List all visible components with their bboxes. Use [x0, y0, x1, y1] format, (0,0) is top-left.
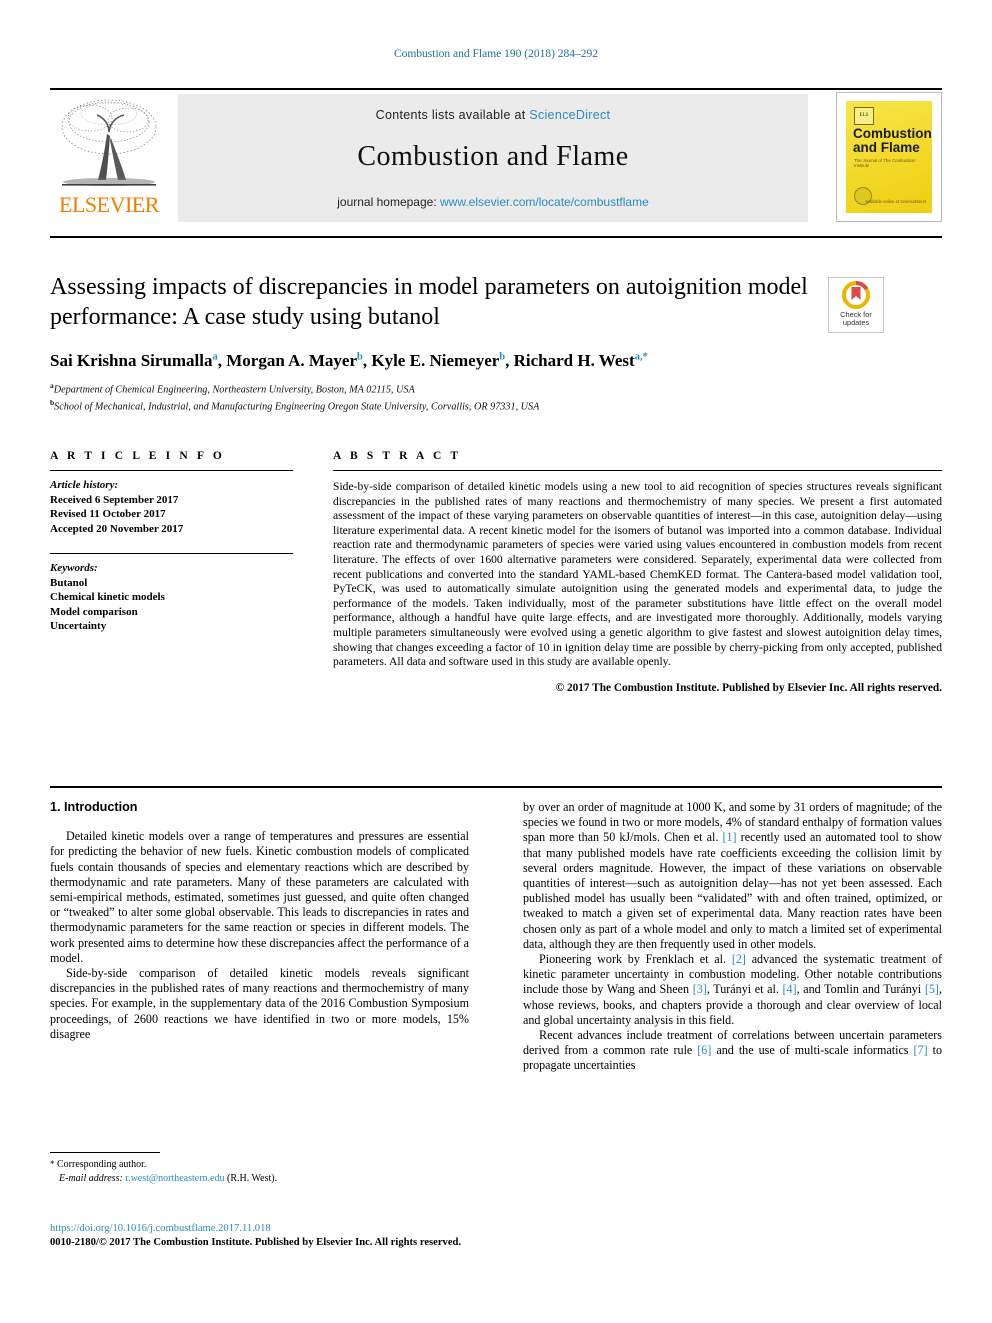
- author-affil-mark: b: [357, 351, 363, 363]
- affiliation-list: aDepartment of Chemical Engineering, Nor…: [50, 380, 810, 414]
- citation-link[interactable]: [4]: [782, 982, 796, 996]
- crossmark-label: Check for updates: [829, 310, 883, 328]
- author-item: Morgan A. Mayerb: [226, 351, 363, 370]
- abstract-heading: A B S T R A C T: [333, 450, 462, 462]
- article-info-heading: A R T I C L E I N F O: [50, 450, 225, 462]
- corresponding-text: Corresponding author.: [57, 1159, 147, 1170]
- paragraph: Recent advances include treatment of cor…: [523, 1028, 942, 1073]
- article-history-group: Article history: Received 6 September 20…: [50, 478, 293, 536]
- author-affil-mark: b: [499, 351, 506, 363]
- journal-masthead: ELSEVIER Contents lists available at Sci…: [50, 88, 942, 222]
- keywords-divider: [50, 553, 293, 554]
- keyword-item: Model comparison: [50, 605, 138, 618]
- citation-link[interactable]: [1]: [722, 830, 736, 844]
- cover-subtitle: The Journal of The Combustion Institute: [854, 158, 916, 168]
- elsevier-wordmark: ELSEVIER: [59, 192, 159, 217]
- page-title: Assessing impacts of discrepancies in mo…: [50, 274, 808, 330]
- citation-link[interactable]: [5]: [925, 982, 939, 996]
- elsevier-tree-icon: [61, 99, 157, 186]
- sciencedirect-banner: Contents lists available at ScienceDirec…: [178, 94, 808, 222]
- crossmark-badge[interactable]: Check for updates: [828, 277, 884, 333]
- journal-title: Combustion and Flame: [357, 141, 629, 172]
- contents-prefix: Contents lists available at: [375, 108, 530, 122]
- issn-copyright-line: 0010-2180/© 2017 The Combustion Institut…: [50, 1237, 462, 1248]
- running-head: Combustion and Flame 190 (2018) 284–292: [393, 48, 599, 60]
- body-column-left: 1. Introduction Detailed kinetic models …: [50, 800, 469, 1042]
- corresponding-author-footnote: * Corresponding author. E-mail address: …: [50, 1152, 469, 1185]
- email-line: E-mail address: r.west@northeastern.edu …: [50, 1172, 469, 1186]
- corresponding-marker: *: [50, 1159, 55, 1169]
- crossmark-line2: updates: [842, 318, 870, 328]
- cover-publisher-mark: ELS: [854, 107, 874, 125]
- keywords-group: Keywords: Butanol Chemical kinetic model…: [50, 561, 293, 634]
- abstract-text: Side-by-side comparison of detailed kine…: [333, 480, 942, 669]
- keyword-item: Butanol: [50, 576, 88, 589]
- cover-title: Combustion and Flame: [853, 126, 932, 155]
- keyword-item: Uncertainty: [50, 620, 107, 632]
- author-name: Sai Krishna Sirumalla: [50, 351, 213, 370]
- author-name: Morgan A. Mayer: [226, 351, 358, 370]
- journal-homepage-line: journal homepage: www.elsevier.com/locat…: [178, 195, 808, 209]
- affiliation-text: School of Mechanical, Industrial, and Ma…: [54, 401, 540, 413]
- paragraph: Side-by-side comparison of detailed kine…: [50, 966, 469, 1041]
- abstract-copyright: © 2017 The Combustion Institute. Publish…: [555, 681, 942, 694]
- email-link[interactable]: r.west@northeastern.edu: [125, 1173, 224, 1184]
- doi-link[interactable]: https://doi.org/10.1016/j.combustflame.2…: [50, 1222, 940, 1236]
- cover-title-line2: and Flame: [853, 140, 920, 155]
- author-affil-mark: a: [212, 351, 218, 363]
- corresponding-author-line: * Corresponding author.: [50, 1158, 469, 1172]
- author-name: Richard H. West: [513, 351, 635, 370]
- cover-footer-text: Available online at ScienceDirect: [865, 199, 926, 204]
- citation-link[interactable]: [7]: [914, 1043, 928, 1057]
- masthead-bottom-rule: [50, 236, 942, 238]
- body-column-right: by over an order of magnitude at 1000 K,…: [523, 800, 942, 1074]
- abstract-column: A B S T R A C T Side-by-side comparison …: [333, 450, 942, 694]
- keywords-label: Keywords:: [50, 562, 98, 574]
- paragraph: Pioneering work by Frenklach et al. [2] …: [523, 952, 942, 1027]
- history-accepted: Accepted 20 November 2017: [50, 522, 184, 535]
- section-heading-introduction: 1. Introduction: [50, 800, 138, 814]
- citation-link[interactable]: [6]: [697, 1043, 711, 1057]
- title-block: Assessing impacts of discrepancies in mo…: [50, 272, 810, 414]
- affiliation-item: aDepartment of Chemical Engineering, Nor…: [50, 380, 810, 397]
- paragraph: Detailed kinetic models over a range of …: [50, 829, 469, 965]
- email-label: E-mail address:: [59, 1172, 123, 1184]
- citation-link[interactable]: [2]: [732, 952, 746, 966]
- abstract-rule: [333, 470, 942, 471]
- keyword-item: Chemical kinetic models: [50, 591, 165, 603]
- article-info-rule: [50, 470, 293, 471]
- paragraph: by over an order of magnitude at 1000 K,…: [523, 800, 942, 951]
- citation-link[interactable]: [3]: [693, 982, 707, 996]
- check-for-updates-icon: [842, 280, 870, 309]
- author-affil-mark: a,*: [634, 351, 648, 363]
- author-name: Kyle E. Niemeyer: [371, 351, 500, 370]
- journal-cover-thumbnail[interactable]: ELS Combustion and Flame The Journal of …: [836, 92, 942, 222]
- journal-cover-art: ELS Combustion and Flame The Journal of …: [846, 101, 932, 213]
- homepage-prefix: journal homepage:: [337, 195, 440, 209]
- history-received: Received 6 September 2017: [50, 493, 179, 506]
- author-list: Sai Krishna Sirumallaa, Morgan A. Mayerb…: [50, 351, 648, 370]
- author-item: Kyle E. Niemeyerb: [371, 351, 505, 370]
- body-top-rule: [50, 786, 942, 788]
- history-revised: Revised 11 October 2017: [50, 508, 166, 520]
- article-history-label: Article history:: [50, 479, 119, 491]
- sciencedirect-link[interactable]: ScienceDirect: [529, 108, 610, 122]
- contents-available-line: Contents lists available at ScienceDirec…: [178, 108, 808, 122]
- author-item: Sai Krishna Sirumallaa: [50, 351, 218, 370]
- journal-homepage-link[interactable]: www.elsevier.com/locate/combustflame: [440, 195, 649, 209]
- article-page: Combustion and Flame 190 (2018) 284–292: [0, 0, 992, 1323]
- elsevier-logo: ELSEVIER: [50, 94, 168, 222]
- footnote-rule: [50, 1152, 160, 1153]
- cover-title-line1: Combustion: [853, 126, 932, 141]
- affiliation-text: Department of Chemical Engineering, Nort…: [53, 384, 415, 396]
- page-footer: https://doi.org/10.1016/j.combustflame.2…: [50, 1222, 940, 1250]
- email-owner: (R.H. West).: [226, 1172, 278, 1184]
- author-item: Richard H. Westa,*: [514, 351, 648, 370]
- affiliation-item: bSchool of Mechanical, Industrial, and M…: [50, 397, 810, 414]
- article-info-column: A R T I C L E I N F O Article history: R…: [50, 450, 293, 634]
